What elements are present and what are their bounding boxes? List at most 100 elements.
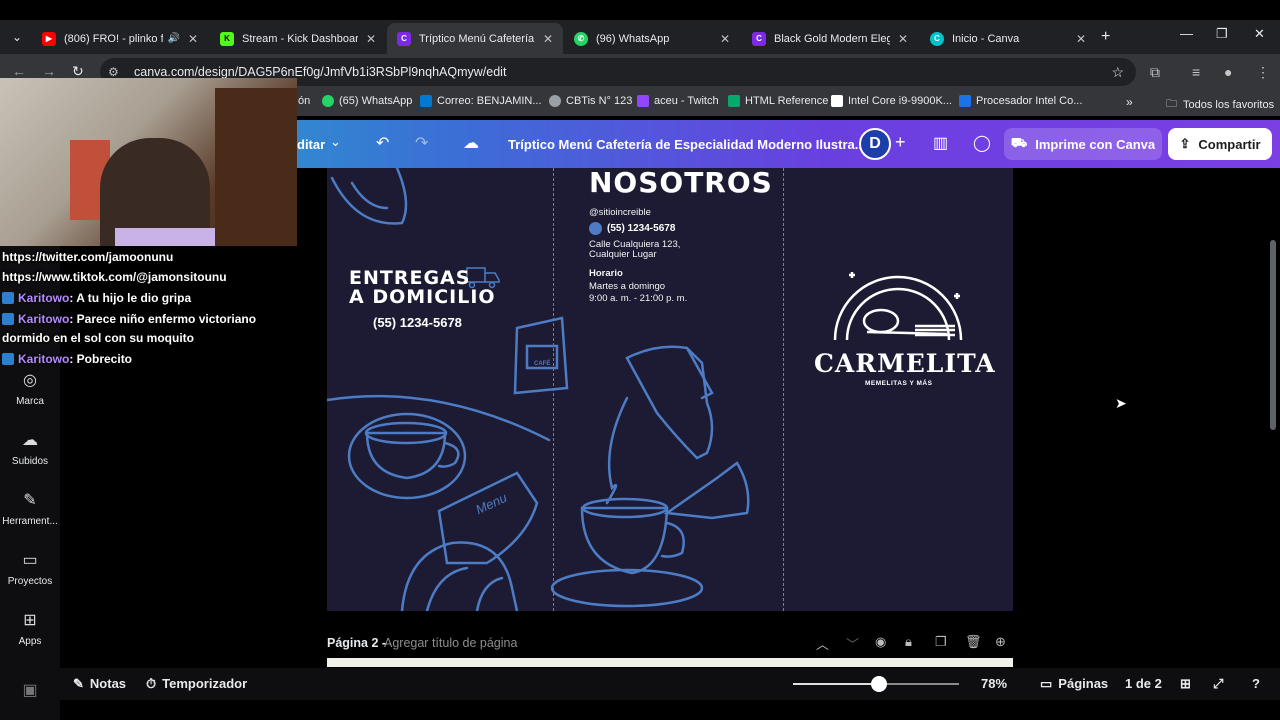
add-page-icon[interactable]: ⊕	[995, 634, 1006, 650]
all-bookmarks[interactable]: 🗀 Todos los favoritos	[1166, 95, 1274, 114]
add-collaborator-icon[interactable]: +	[895, 132, 906, 153]
zoom-level[interactable]: 78%	[981, 676, 1007, 691]
fullscreen-icon[interactable]: ⤢	[1213, 676, 1223, 692]
browser-tab[interactable]: C Black Gold Modern Elegan ✕	[742, 23, 918, 54]
close-tab-icon[interactable]: ✕	[1076, 32, 1086, 46]
bookmark-item[interactable]: ón	[298, 95, 310, 107]
browser-tab[interactable]: ▶ (806) FRO! - plinko ft C 🔊 ✕	[32, 23, 208, 54]
webcam-overlay	[0, 78, 297, 246]
page-counter[interactable]: 1 de 2	[1125, 676, 1162, 691]
avatar[interactable]: D	[859, 128, 891, 160]
delivery-phone[interactable]: (55) 1234-5678	[373, 315, 462, 330]
extensions-icon[interactable]: ⧉	[1150, 64, 1160, 81]
hours-label[interactable]: Horario	[589, 268, 623, 279]
delivery-title[interactable]: ENTREGAS A DOMICILIO	[349, 269, 496, 307]
chat-text: : Parece niño enfermo victoriano	[69, 312, 257, 326]
page-title-input[interactable]: Agregar título de página	[384, 636, 517, 650]
browser-tab[interactable]: K Stream - Kick Dashboard ✕	[210, 23, 386, 54]
document-title[interactable]: Tríptico Menú Cafetería de Especialidad …	[508, 137, 866, 152]
chat-badge-icon	[2, 292, 14, 304]
bookmark-item[interactable]: Intel Core i9-9900K...	[831, 95, 952, 107]
tab-title: (806) FRO! - plinko ft C	[64, 32, 164, 45]
close-tab-icon[interactable]: ✕	[898, 32, 908, 46]
share-button[interactable]: ⇪ Compartir	[1168, 128, 1272, 160]
sidebar-item-uploads[interactable]: ☁ Subidos	[0, 430, 60, 467]
insights-chart-icon[interactable]: ▥	[933, 133, 948, 153]
chat-username: Karitowo	[18, 312, 70, 326]
bookmark-star-icon[interactable]: ☆	[1111, 64, 1124, 81]
print-with-canva-button[interactable]: ⛟ Imprime con Canva	[1004, 128, 1162, 160]
minimize-icon[interactable]: —	[1180, 26, 1193, 41]
move-page-up-icon[interactable]: ︿	[816, 634, 829, 653]
shelf-graphic	[215, 88, 297, 246]
sidebar-item-apps[interactable]: ⊞ Apps	[0, 610, 60, 647]
screen: ⌄ ▶ (806) FRO! - plinko ft C 🔊 ✕ K Strea…	[0, 0, 1280, 720]
forward-icon[interactable]: →	[42, 63, 56, 79]
address-line-2[interactable]: Cualquier Lugar	[589, 249, 657, 260]
back-icon[interactable]: ←	[12, 63, 26, 79]
notes-icon: ✎	[73, 676, 84, 691]
browser-tab[interactable]: ✆ (96) WhatsApp ✕	[564, 23, 740, 54]
bookmark-label: CBTis N° 123	[566, 95, 633, 107]
design-page-2[interactable]	[327, 658, 1013, 667]
undo-icon[interactable]: ↶	[376, 133, 389, 153]
close-window-icon[interactable]: ✕	[1254, 26, 1265, 42]
scrollbar[interactable]	[1270, 240, 1276, 430]
media-control-icon[interactable]: ≡	[1192, 64, 1200, 80]
timer-button[interactable]: ⏱ Temporizador	[146, 676, 247, 692]
cloud-saved-icon[interactable]: ☁	[463, 133, 479, 153]
tab-search-chevron-icon[interactable]: ⌄	[6, 26, 28, 48]
comment-icon[interactable]: ◯	[973, 133, 991, 153]
more-bookmarks-icon[interactable]: »	[1126, 95, 1133, 109]
bookmark-item[interactable]: HTML Reference	[728, 95, 828, 107]
chevron-down-icon[interactable]: ⌄	[330, 134, 341, 150]
phone-row[interactable]: (55) 1234-5678	[589, 222, 675, 235]
move-page-down-icon[interactable]: ﹀	[846, 634, 859, 653]
new-tab-icon[interactable]: +	[1101, 28, 1110, 46]
sidebar-item-more[interactable]: ▣	[0, 680, 60, 706]
brand-tagline[interactable]: MEMELITAS Y MÁS	[865, 380, 932, 387]
all-bookmarks-label: Todos los favoritos	[1183, 98, 1275, 111]
redo-icon[interactable]: ↷	[415, 133, 428, 153]
sidebar-item-projects[interactable]: ▭ Proyectos	[0, 550, 60, 587]
edit-menu[interactable]: ditar	[297, 137, 325, 152]
sidebar-item-tools[interactable]: ✎ Herrament...	[0, 490, 60, 527]
social-handle[interactable]: @sitioincreible	[589, 207, 651, 218]
grid-view-icon[interactable]: ⊞	[1180, 676, 1191, 692]
tab-title: (96) WhatsApp	[596, 32, 670, 45]
pages-button[interactable]: ▭ Páginas	[1040, 676, 1108, 692]
canva-icon: C	[930, 31, 944, 46]
close-tab-icon[interactable]: ✕	[366, 32, 376, 46]
bookmark-item[interactable]: aceu - Twitch	[637, 95, 719, 107]
mouse-cursor-icon: ➤	[1115, 395, 1127, 411]
browser-menu-icon[interactable]: ⋮	[1256, 64, 1270, 81]
close-tab-icon[interactable]: ✕	[720, 32, 730, 46]
restore-icon[interactable]: ❐	[1216, 26, 1228, 42]
close-tab-icon[interactable]: ✕	[188, 32, 198, 46]
tab-title: Inicio - Canva	[952, 32, 1020, 45]
lock-icon[interactable]: 🔒︎	[905, 634, 912, 650]
brand-name[interactable]: CARMELITA	[814, 349, 996, 378]
delete-page-icon[interactable]: 🗑︎	[965, 634, 982, 650]
bookmark-item[interactable]: Procesador Intel Co...	[959, 95, 1082, 107]
browser-tab[interactable]: C Inicio - Canva ✕	[920, 23, 1096, 54]
hours-days[interactable]: Martes a domingo	[589, 281, 665, 292]
bookmark-item[interactable]: (65) WhatsApp	[322, 95, 412, 107]
help-icon[interactable]: ?	[1252, 676, 1260, 691]
hours-time[interactable]: 9:00 a. m. - 21:00 p. m.	[589, 293, 687, 304]
profile-avatar-icon[interactable]: ●	[1224, 64, 1232, 80]
close-tab-icon[interactable]: ✕	[543, 32, 553, 46]
duplicate-page-icon[interactable]: ❐	[935, 634, 947, 650]
bookmark-item[interactable]: Correo: BENJAMIN...	[420, 95, 542, 107]
bookmark-item[interactable]: CBTis N° 123	[549, 95, 632, 107]
browser-tab-active[interactable]: C Tríptico Menú Cafetería de ✕	[387, 23, 563, 54]
about-title[interactable]: NOSOTROS	[589, 168, 773, 199]
design-page-1[interactable]: NOSOTROS @sitioincreible (55) 1234-5678 …	[327, 168, 1013, 611]
notes-button[interactable]: ✎ Notas	[73, 676, 126, 692]
globe-icon	[549, 95, 561, 107]
hide-page-icon[interactable]: ◉	[875, 634, 886, 650]
speaker-icon[interactable]: 🔊	[167, 33, 179, 44]
site-info-icon[interactable]: ⚙	[108, 65, 134, 79]
zoom-slider[interactable]	[793, 676, 959, 692]
timer-label: Temporizador	[162, 676, 248, 691]
